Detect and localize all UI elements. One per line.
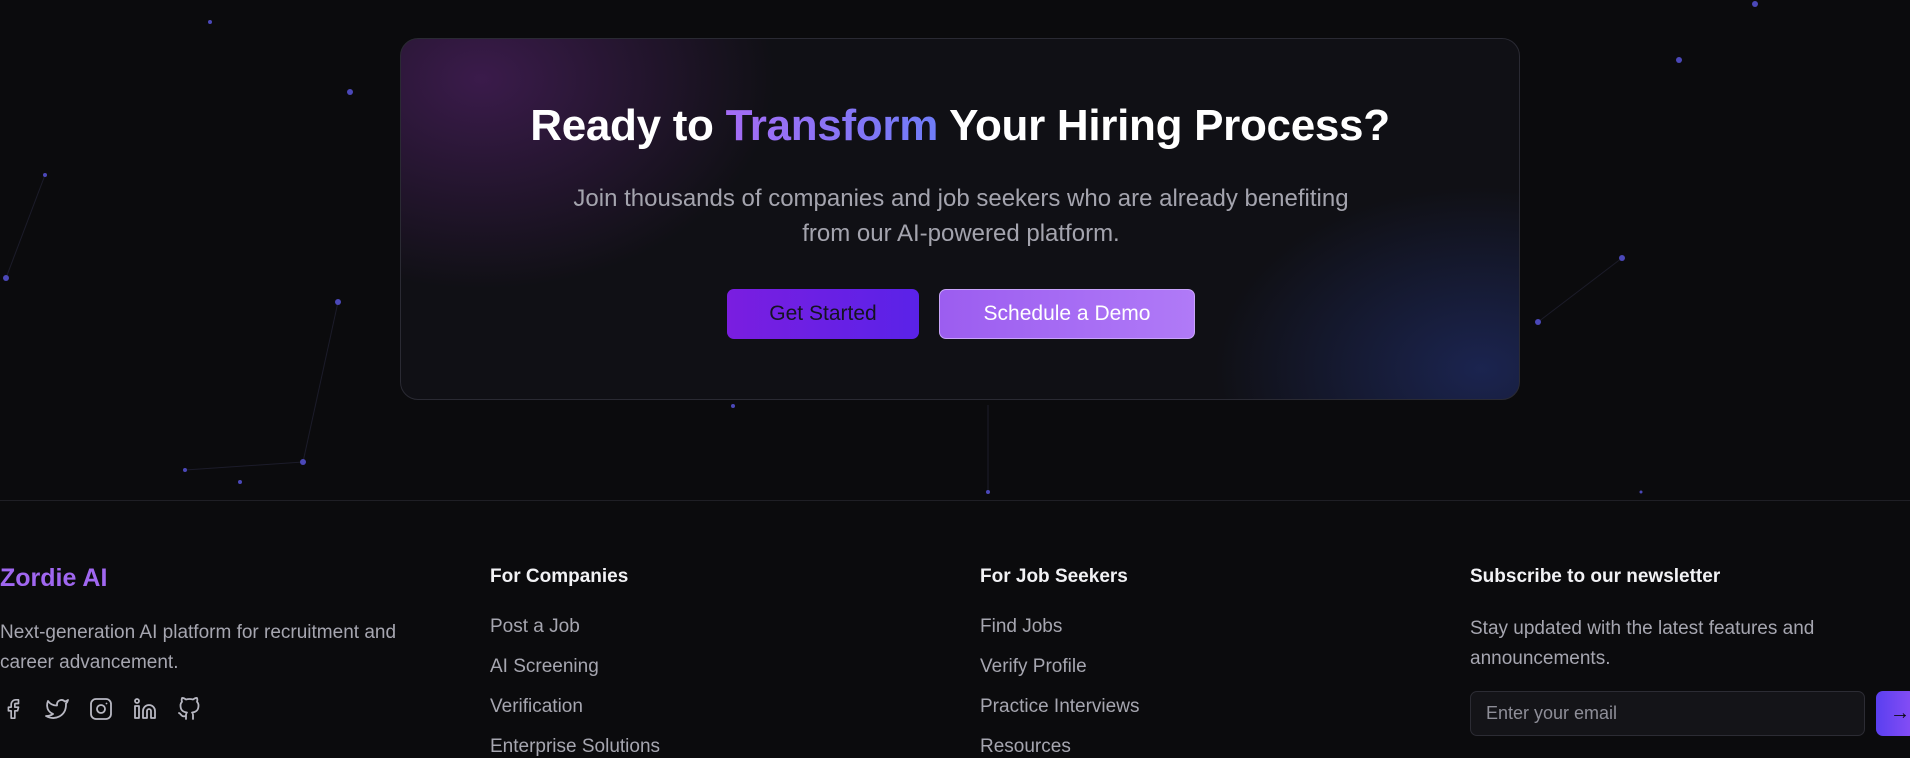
linkedin-icon[interactable] [132,696,158,722]
job-seekers-heading: For Job Seekers [980,566,1128,587]
newsletter-heading: Subscribe to our newsletter [1470,566,1721,587]
cta-title: Ready to Transform Your Hiring Process? [401,101,1519,151]
link-verify-profile[interactable]: Verify Profile [980,654,1139,694]
brand-description: Next-generation AI platform for recruitm… [0,622,397,673]
cta-title-start: Ready to [530,101,726,150]
cta-title-accent: Transform [725,101,939,150]
schedule-demo-button[interactable]: Schedule a Demo [939,289,1195,339]
github-icon[interactable] [176,696,202,722]
link-practice-interviews[interactable]: Practice Interviews [980,694,1139,734]
arrow-right-icon: → [1890,702,1910,724]
instagram-icon[interactable] [88,696,114,722]
facebook-icon[interactable] [0,696,26,722]
newsletter-description: Stay updated with the latest features an… [1470,618,1815,669]
email-input[interactable] [1470,691,1865,736]
link-ai-screening[interactable]: AI Screening [490,654,660,694]
twitter-icon[interactable] [44,696,70,722]
link-post-a-job[interactable]: Post a Job [490,614,660,654]
cta-card: Ready to Transform Your Hiring Process? … [400,38,1520,400]
link-find-jobs[interactable]: Find Jobs [980,614,1139,654]
cta-subtitle: Join thousands of companies and job seek… [573,185,1349,247]
footer-divider [0,500,1910,501]
get-started-button[interactable]: Get Started [727,289,919,339]
job-seekers-links: Find Jobs Verify Profile Practice Interv… [980,614,1139,758]
link-verification[interactable]: Verification [490,694,660,734]
link-resources[interactable]: Resources [980,734,1139,758]
subscribe-button[interactable]: → [1876,691,1910,736]
link-enterprise-solutions[interactable]: Enterprise Solutions [490,734,660,758]
companies-links: Post a Job AI Screening Verification Ent… [490,614,660,758]
cta-title-end: Your Hiring Process? [938,101,1390,150]
brand-logo[interactable]: Zordie AI [0,564,107,593]
companies-heading: For Companies [490,566,629,587]
social-links [0,696,202,722]
